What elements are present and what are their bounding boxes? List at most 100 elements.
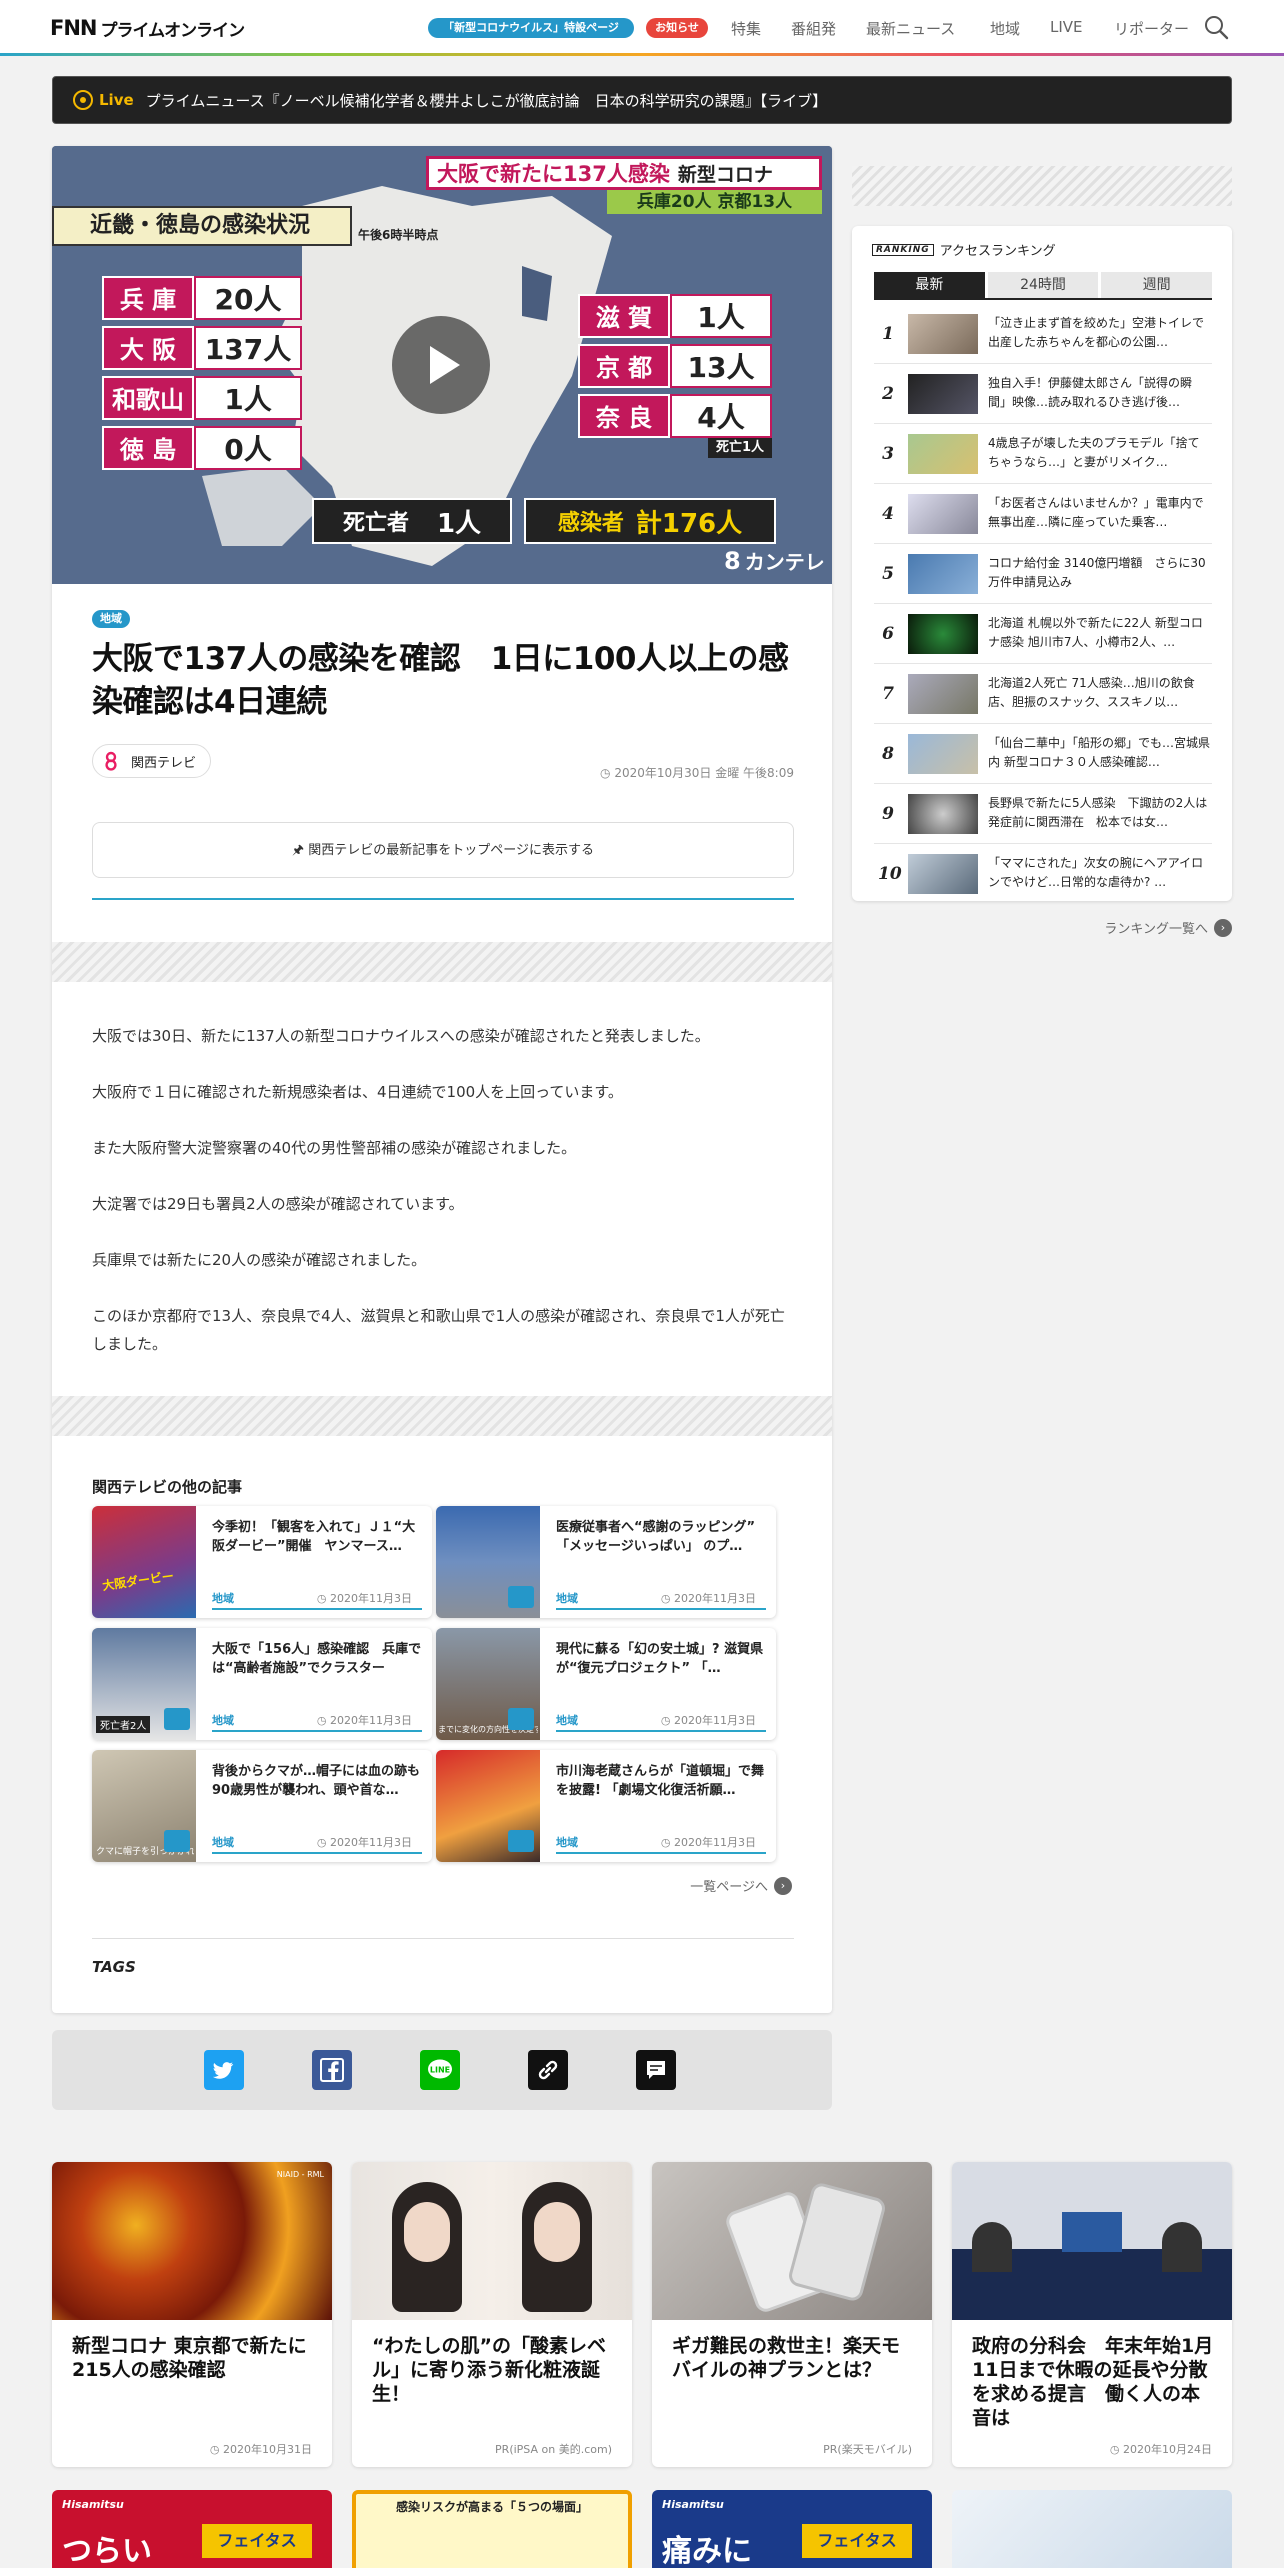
article-paragraph: 兵庫県では新たに20人の感染が確認されました。 xyxy=(92,1251,427,1269)
rank-number: 4 xyxy=(882,504,894,524)
card-accent-line xyxy=(556,1852,766,1854)
share-bar: LINE xyxy=(52,2030,832,2110)
card-thumbnail: 大阪ダービー xyxy=(92,1506,196,1618)
ranking-badge: RANKING xyxy=(872,243,934,256)
rank-thumbnail xyxy=(908,554,978,594)
site-logo[interactable]: FNN プライムオンライン xyxy=(50,16,245,41)
related-article-card[interactable]: 医療従事者へ“感謝のラッピング” 「メッセージいっぱい」 のプ… 地域 ◷ 20… xyxy=(436,1506,776,1618)
nav-live[interactable]: LIVE xyxy=(1050,18,1083,36)
card-date: ◷ 2020年11月3日 xyxy=(317,1834,412,1850)
card-meta-text: 2020年10月31日 xyxy=(223,2443,312,2456)
bottom-article-card[interactable]: 政府の分科会 年末年始1月11日まで休暇の延長や分散を求める提言 働く人の本音は… xyxy=(952,2162,1232,2467)
card-meta: PR(楽天モバイル) xyxy=(823,2443,912,2456)
ranking-item[interactable]: 9 長野県で新たに5人感染 下諏訪の2人は発症前に関西滞在 松本では女… xyxy=(874,784,1212,844)
rank-thumbnail xyxy=(908,314,978,354)
live-banner[interactable]: Live プライムニュース『ノーベル候補化学者＆櫻井よしこが徹底討論 日本の科学… xyxy=(52,76,1232,124)
nav-region[interactable]: 地域 xyxy=(990,18,1020,39)
ranking-item[interactable]: 8 「仙台二華中」「船形の郷」でも…宮城県内 新型コロナ３０人感染確認… xyxy=(874,724,1212,784)
related-article-card[interactable]: クマに帽子を引っかかれた 背後からクマが…帽子には血の跡も 90歳男性が襲われ、… xyxy=(92,1750,432,1862)
related-article-card[interactable]: 市川海老蔵さんらが「道頓堀」で舞を披露! 「劇場文化復活祈願… 地域 ◷ 202… xyxy=(436,1750,776,1862)
bottom-ad-card[interactable] xyxy=(952,2490,1232,2568)
search-icon[interactable] xyxy=(1203,14,1229,40)
ranking-item[interactable]: 4 「お医者さんはいませんか？」電車内で無事出産…隣に座っていた乗客… xyxy=(874,484,1212,544)
related-article-card[interactable]: 死亡者2人 大阪で「156人」感染確認 兵庫では“高齢者施設”でクラスター 地域… xyxy=(92,1628,432,1740)
tab-latest[interactable]: 最新 xyxy=(874,272,985,298)
rank-title: 4歳息子が壊した夫のプラモデル「捨てちゃうなら…」と妻がリメイク… xyxy=(988,436,1200,469)
hero-left-prefs: 兵 庫 20人 大 阪 137人 和歌山 1人 徳 島 0人 xyxy=(102,276,302,470)
hero-pref-row: 滋 賀 1人 xyxy=(578,294,772,338)
hero-video-thumbnail[interactable]: 大阪で新たに137人感染 新型コロナ 兵庫20人 京都13人 近畿・徳島の感染状… xyxy=(52,146,832,584)
rank-title: 「お医者さんはいませんか？」電車内で無事出産…隣に座っていた乗客… xyxy=(988,496,1204,529)
card-category: 地域 xyxy=(212,1592,234,1605)
bottom-article-card[interactable]: ギガ難民の救世主！楽天モバイルの神プランとは？ PR(楽天モバイル) xyxy=(652,2162,932,2467)
ranking-list-link[interactable]: ランキング一覧へ › xyxy=(1104,918,1232,937)
ranking-title: アクセスランキング xyxy=(939,244,1056,259)
ranking-item[interactable]: 10 「ママにされた」次女の腕にヘアアイロンでやけど…日常的な虐待か? … xyxy=(874,844,1212,904)
chevron-right-icon: › xyxy=(774,1876,792,1895)
nav-latest-news[interactable]: 最新ニュース xyxy=(866,18,955,39)
list-page-link[interactable]: 一覧ページへ › xyxy=(690,1876,792,1895)
site-header: FNN プライムオンライン 「新型コロナウイルス」特設ページ お知らせ 特集 番… xyxy=(0,0,1284,56)
comment-icon[interactable] xyxy=(636,2050,676,2090)
tab-24h[interactable]: 24時間 xyxy=(987,272,1099,298)
pin-to-top-button[interactable]: 🖈 関西テレビの最新記事をトップページに表示する xyxy=(92,822,794,878)
clock-icon: ◷ xyxy=(1109,2443,1123,2456)
live-text: プライムニュース『ノーベル候補化学者＆櫻井よしこが徹底討論 日本の科学研究の課題… xyxy=(145,91,828,110)
rank-number: 6 xyxy=(882,624,894,644)
play-icon[interactable] xyxy=(392,316,490,414)
ranking-item[interactable]: 6 北海道 札幌以外で新たに22人 新型コロナ感染 旭川市7人、小樽市2人、… xyxy=(874,604,1212,664)
ranking-item[interactable]: 5 コロナ給付金 3140億円増額 さらに30万件申請見込み xyxy=(874,544,1212,604)
deaths-value: 1人 xyxy=(436,508,482,539)
bottom-article-card[interactable]: NIAID - RML 新型コロナ 東京都で新たに215人の感染確認 ◷ 202… xyxy=(52,2162,332,2467)
broadcaster-mark: 8 カンテレ xyxy=(724,546,825,575)
card-date-text: 2020年11月3日 xyxy=(674,1714,756,1727)
ranking-item[interactable]: 3 4歳息子が壊した夫のプラモデル「捨てちゃうなら…」と妻がリメイク… xyxy=(874,424,1212,484)
bottom-ad-card[interactable]: 感染リスクが高まる「５つの場面」 xyxy=(352,2490,632,2568)
bottom-ad-card[interactable]: Hisamitsu つらい フェイタス xyxy=(52,2490,332,2568)
covid-special-pill[interactable]: 「新型コロナウイルス」特設ページ xyxy=(428,18,634,38)
notice-pill[interactable]: お知らせ xyxy=(646,18,708,38)
nav-feature[interactable]: 特集 xyxy=(731,18,761,39)
pref-count: 137人 xyxy=(194,326,302,370)
category-badge[interactable]: 地域 xyxy=(92,610,130,628)
broadcaster-name: カンテレ xyxy=(744,550,825,574)
ranking-item[interactable]: 7 北海道2人死亡 71人感染…旭川の飲食店、胆振のスナック、ススキノ以… xyxy=(874,664,1212,724)
tags-divider xyxy=(92,1938,794,1939)
pref-name: 兵 庫 xyxy=(102,276,194,320)
hero-headline: 大阪で新たに137人感染 xyxy=(437,162,670,186)
hero-pref-row: 大 阪 137人 xyxy=(102,326,302,370)
related-article-card[interactable]: 大阪ダービー 今季初！「観客を入れて」Ｊ１“大阪ダービー”開催 ヤンマース… 地… xyxy=(92,1506,432,1618)
card-thumbnail: 死亡者2人 xyxy=(92,1628,196,1740)
rank-thumbnail xyxy=(908,854,978,894)
clock-icon: ◷ xyxy=(316,1714,330,1727)
facebook-icon[interactable] xyxy=(312,2050,352,2090)
card-image xyxy=(652,2162,932,2320)
card-date: ◷ 2020年11月3日 xyxy=(661,1834,756,1850)
rank-thumbnail xyxy=(908,434,978,474)
rank-title: 「泣き止まず首を絞めた」空港トイレで出産した赤ちゃんを都心の公園… xyxy=(988,316,1205,349)
pin-icon: 🖈 xyxy=(292,843,309,858)
hero-right-prefs: 滋 賀 1人 京 都 13人 奈 良 4人 死亡1人 xyxy=(578,294,772,458)
video-icon xyxy=(164,1708,190,1730)
related-article-card[interactable]: までに変化の方向性を決定する 現代に蘇る「幻の安土城」? 滋賀県が“復元プロジェ… xyxy=(436,1628,776,1740)
clock-icon: ◷ xyxy=(209,2443,223,2456)
link-icon[interactable] xyxy=(528,2050,568,2090)
ad-brand: Hisamitsu xyxy=(662,2498,724,2511)
card-category: 地域 xyxy=(556,1592,578,1605)
line-icon[interactable]: LINE xyxy=(420,2050,460,2090)
card-accent-line xyxy=(556,1730,766,1732)
card-meta: ◷ 2020年10月24日 xyxy=(1110,2441,1212,2457)
bottom-article-card[interactable]: “わたしの肌”の「酸素レベル」に寄り添う新化粧液誕生！ PR(iPSA on 美… xyxy=(352,2162,632,2467)
ranking-item[interactable]: 2 独自入手！伊藤健太郎さん「説得の瞬間」映像…読み取れるひき逃げ後… xyxy=(874,364,1212,424)
article-paragraph: このほか京都府で13人、奈良県で4人、滋賀県と和歌山県で1人の感染が確認され、奈… xyxy=(92,1307,785,1353)
tab-weekly[interactable]: 週間 xyxy=(1101,272,1213,298)
source-chip[interactable]: 関西テレビ xyxy=(92,744,212,778)
bottom-ad-card[interactable]: Hisamitsu 痛みに フェイタス xyxy=(652,2490,932,2568)
nav-reporter[interactable]: リポーター xyxy=(1114,18,1189,39)
ranking-item[interactable]: 1 「泣き止まず首を絞めた」空港トイレで出産した赤ちゃんを都心の公園… xyxy=(874,304,1212,364)
rank-number: 8 xyxy=(882,744,894,764)
twitter-icon[interactable] xyxy=(204,2050,244,2090)
nav-programs[interactable]: 番組発 xyxy=(791,18,836,39)
kantele-logo-icon xyxy=(105,751,117,771)
article-body: 大阪では30日、新たに137人の新型コロナウイルスへの感染が確認されたと発表しま… xyxy=(92,1022,794,1386)
